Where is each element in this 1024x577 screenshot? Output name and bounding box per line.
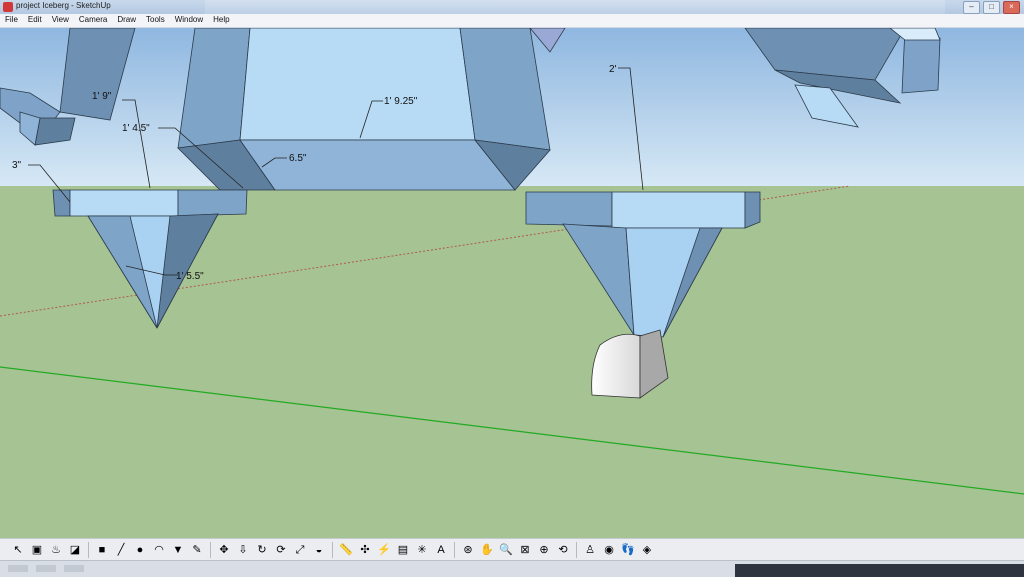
window-title: project Iceberg - SketchUp	[16, 1, 111, 10]
dim-label-2ft: 2'	[609, 64, 617, 75]
toolbar-separator	[332, 542, 333, 558]
menu-tools[interactable]: Tools	[141, 14, 170, 27]
status-bar	[0, 560, 1024, 577]
dimension-tool-icon[interactable]: ✣	[357, 542, 373, 558]
menu-view[interactable]: View	[47, 14, 74, 27]
tape-measure-icon[interactable]: 📏	[338, 542, 354, 558]
status-ghost	[36, 565, 56, 572]
offset-tool-icon[interactable]: ◒	[311, 542, 327, 558]
zoom-window-icon[interactable]: ⊠	[517, 542, 533, 558]
dim-label-1ft9-25: 1' 9.25"	[384, 96, 418, 107]
toolbar-separator	[210, 542, 211, 558]
window-controls: – □ ×	[963, 1, 1020, 14]
close-button[interactable]: ×	[1003, 1, 1020, 14]
central-body[interactable]	[177, 28, 551, 191]
sketchup-app-icon	[3, 2, 13, 12]
section-plane-icon[interactable]: ◈	[639, 542, 655, 558]
dim-label-1ft5-5: 1' 5.5"	[176, 271, 204, 282]
rotate-tool-icon[interactable]: ↻	[254, 542, 270, 558]
line-tool-icon[interactable]: ╱	[113, 542, 129, 558]
previous-view-icon[interactable]: ⟲	[555, 542, 571, 558]
rectangle-tool-icon[interactable]: ■	[94, 542, 110, 558]
freehand-tool-icon[interactable]: ✎	[189, 542, 205, 558]
menu-bar: File Edit View Camera Draw Tools Window …	[0, 14, 1024, 28]
measurements-box[interactable]	[735, 564, 1024, 577]
menu-window[interactable]: Window	[170, 14, 208, 27]
scale-tool-icon[interactable]: ⤢	[292, 542, 308, 558]
orbit-tool-icon[interactable]: ⊛	[460, 542, 476, 558]
make-component-icon[interactable]: ▣	[29, 542, 45, 558]
axes-tool-icon[interactable]: ✳	[414, 542, 430, 558]
maximize-button[interactable]: □	[983, 1, 1000, 14]
modeling-viewport[interactable]: 1' 9" 1' 4.5" 3" 1' 9.25" 6.5" 2' 1' 5.5…	[0, 28, 1024, 538]
3d-text-icon[interactable]: A	[433, 542, 449, 558]
zoom-extents-icon[interactable]: ⊕	[536, 542, 552, 558]
dim-label-6-5in: 6.5"	[289, 153, 307, 164]
toolbar-separator	[576, 542, 577, 558]
polygon-tool-icon[interactable]: ▼	[170, 542, 186, 558]
dim-label-1ft9: 1' 9"	[92, 91, 112, 102]
title-bar: project Iceberg - SketchUp – □ ×	[0, 0, 1024, 15]
move-tool-icon[interactable]: ✥	[216, 542, 232, 558]
menu-edit[interactable]: Edit	[23, 14, 47, 27]
taskbar-ghost	[205, 0, 945, 14]
follow-me-icon[interactable]: ⟳	[273, 542, 289, 558]
menu-file[interactable]: File	[0, 14, 23, 27]
circle-tool-icon[interactable]: ●	[132, 542, 148, 558]
arc-tool-icon[interactable]: ◠	[151, 542, 167, 558]
dim-label-3in: 3"	[12, 160, 22, 171]
pan-tool-icon[interactable]: ✋	[479, 542, 495, 558]
menu-draw[interactable]: Draw	[112, 14, 141, 27]
push-pull-icon[interactable]: ⇩	[235, 542, 251, 558]
menu-help[interactable]: Help	[208, 14, 234, 27]
paint-bucket-icon[interactable]: ♨	[48, 542, 64, 558]
walk-tool-icon[interactable]: 👣	[620, 542, 636, 558]
position-camera-icon[interactable]: ♙	[582, 542, 598, 558]
toolbar-separator	[88, 542, 89, 558]
large-tool-set: ↖ ▣ ♨ ◪ ■ ╱ ● ◠ ▼ ✎ ✥ ⇩ ↻ ⟳ ⤢ ◒ 📏 ✣ ⚡ ▤ ✳ A ⊛ ✋ 🔍 ⊠ ⊕ ⟲ ♙ ◉ 👣 ◈	[0, 538, 1024, 561]
status-ghost	[8, 565, 28, 572]
look-around-icon[interactable]: ◉	[601, 542, 617, 558]
text-tool-icon[interactable]: ▤	[395, 542, 411, 558]
toolbar-separator	[454, 542, 455, 558]
select-tool-icon[interactable]: ↖	[10, 542, 26, 558]
menu-camera[interactable]: Camera	[74, 14, 112, 27]
status-ghost	[64, 565, 84, 572]
minimize-button[interactable]: –	[963, 1, 980, 14]
protractor-icon[interactable]: ⚡	[376, 542, 392, 558]
eraser-icon[interactable]: ◪	[67, 542, 83, 558]
dim-label-1ft4-5: 1' 4.5"	[122, 123, 150, 134]
zoom-tool-icon[interactable]: 🔍	[498, 542, 514, 558]
scene-svg: 1' 9" 1' 4.5" 3" 1' 9.25" 6.5" 2' 1' 5.5…	[0, 28, 1024, 538]
